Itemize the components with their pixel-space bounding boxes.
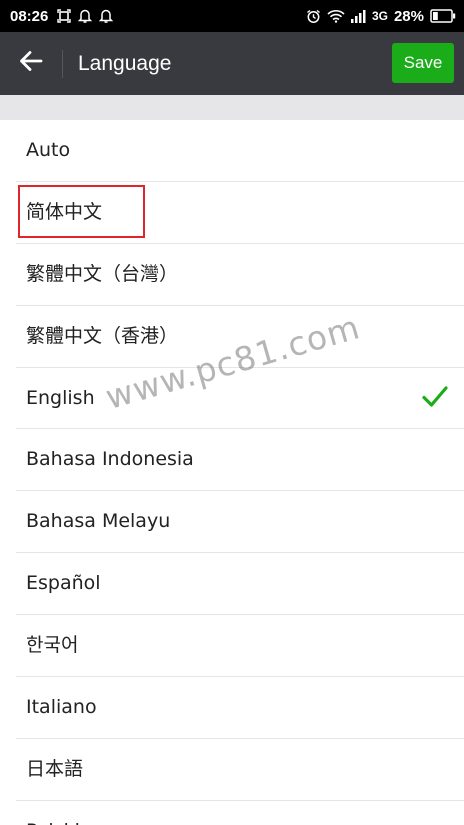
status-bar-right: 3G 28% — [306, 0, 456, 32]
network-type: 3G — [371, 9, 388, 23]
language-label: Auto — [26, 139, 71, 161]
language-label: Polski — [26, 801, 80, 825]
language-item[interactable]: Italiano — [16, 677, 464, 739]
language-label: Español — [26, 572, 101, 595]
language-label: Bahasa Indonesia — [26, 448, 194, 471]
battery-icon — [430, 9, 456, 23]
screenshot-icon — [57, 9, 72, 23]
language-label: 日本語 — [26, 757, 84, 780]
language-item[interactable]: Bahasa Melayu — [16, 491, 464, 554]
language-label: 繁體中文（香港） — [26, 324, 179, 347]
language-item[interactable]: Bahasa Indonesia — [16, 429, 464, 492]
language-item[interactable]: English — [16, 368, 464, 430]
alarm-icon — [306, 9, 321, 24]
page-title: Language — [78, 52, 172, 75]
checkmark-icon — [422, 385, 448, 413]
language-label: Bahasa Melayu — [26, 510, 171, 533]
language-item[interactable]: Polski — [16, 801, 464, 825]
section-spacer — [0, 95, 464, 120]
language-item[interactable]: 繁體中文（台灣） — [16, 244, 464, 306]
language-item[interactable]: 日本語 — [16, 739, 464, 801]
language-label: 한국어 — [26, 634, 79, 657]
back-arrow-icon — [19, 50, 43, 76]
status-bar: 08:26 3G 28% — [0, 0, 464, 32]
language-item[interactable]: 繁體中文（香港） — [16, 306, 464, 368]
language-item[interactable]: 简体中文 — [16, 182, 464, 244]
toolbar: Language Save — [0, 32, 464, 95]
language-label: Italiano — [26, 696, 97, 719]
status-time: 08:26 — [10, 7, 49, 25]
battery-percentage: 28% — [393, 7, 424, 25]
wifi-icon — [327, 9, 345, 23]
language-item[interactable]: Español — [16, 553, 464, 616]
signal-icon — [350, 9, 366, 23]
notification-icon — [99, 9, 114, 24]
language-label: 繁體中文（台灣） — [26, 262, 179, 285]
status-bar-left: 08:26 — [10, 0, 114, 32]
language-label: English — [26, 386, 95, 409]
save-button[interactable]: Save — [392, 43, 454, 83]
language-list: Auto 简体中文繁體中文（台灣） 繁體中文（香港） English Bahasa In… — [0, 120, 464, 825]
language-item[interactable]: 한국어 — [16, 615, 464, 678]
back-button[interactable] — [10, 42, 52, 84]
language-item[interactable]: Auto — [16, 120, 464, 182]
notification-icon — [78, 9, 93, 24]
toolbar-divider — [62, 50, 63, 78]
language-label: 简体中文 — [26, 200, 103, 223]
